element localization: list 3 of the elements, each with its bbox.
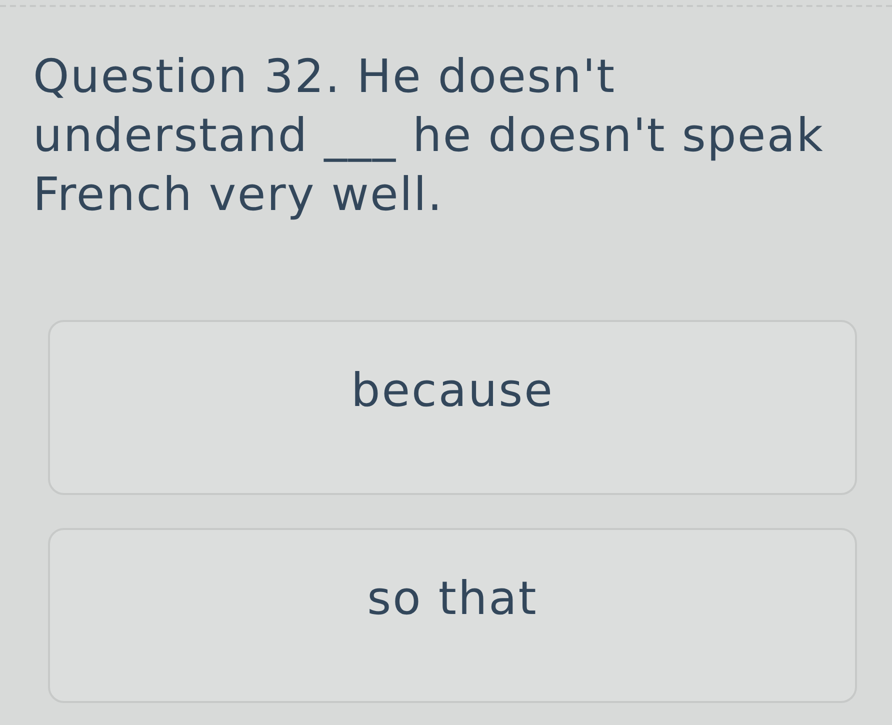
answer-option[interactable]: so that	[48, 528, 857, 703]
question-text: Question 32. He doesn't understand ___ he doesn't speak French very well.	[33, 48, 826, 223]
answer-option[interactable]: because	[48, 320, 857, 495]
